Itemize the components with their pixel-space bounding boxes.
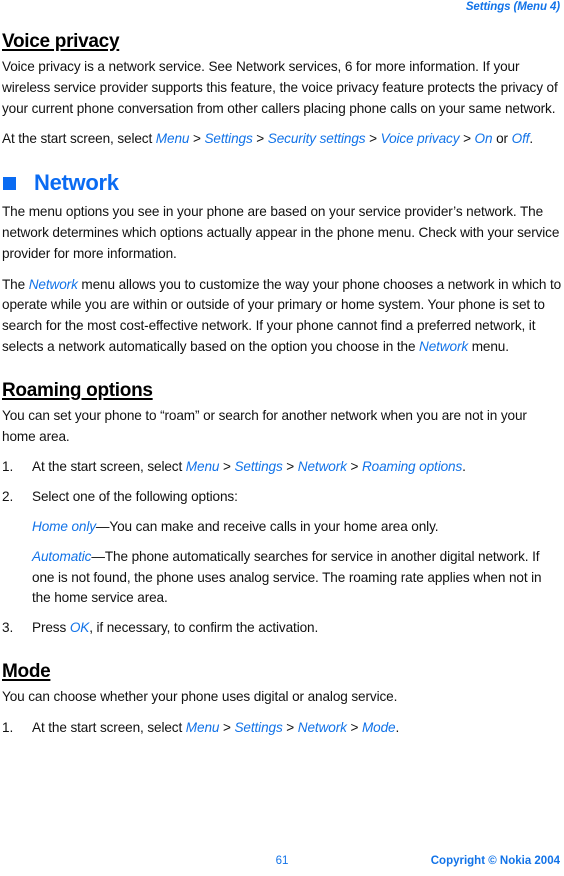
- menu-ref-network: Network: [297, 719, 347, 735]
- paragraph-network-1: The menu options you see in your phone a…: [2, 204, 560, 261]
- path-period: .: [529, 131, 534, 147]
- step-text: Select one of the following options:: [32, 489, 238, 505]
- step-text-pre: At the start screen, select: [32, 459, 186, 475]
- list-item-number: 2.: [2, 489, 14, 505]
- list-item-number: 1.: [2, 719, 14, 735]
- heading-network: Network: [2, 170, 562, 196]
- roaming-steps-list: 1. At the start screen, select Menu > Set…: [2, 457, 562, 508]
- step-text-post: .: [462, 459, 466, 475]
- path-conjunction: or: [492, 131, 512, 147]
- list-item: 3. Press OK, if necessary, to confirm the…: [2, 618, 562, 639]
- menu-ref-network: Network: [297, 459, 347, 475]
- heading-voice-privacy: Voice privacy: [2, 31, 562, 53]
- path-separator: >: [282, 459, 298, 475]
- option-term-automatic: Automatic: [32, 548, 92, 564]
- section-network: Network The menu options you see in your…: [2, 170, 562, 358]
- menu-ref-on: On: [474, 131, 493, 147]
- menu-ref-network: Network: [28, 276, 78, 292]
- network-para-pre: The: [2, 276, 29, 292]
- heading-mode: Mode: [2, 661, 562, 683]
- copyright-notice: Copyright © Nokia 2004: [430, 855, 560, 867]
- paragraph-voice-privacy-path: At the start screen, select Menu > Setti…: [2, 129, 562, 150]
- path-separator: >: [365, 131, 381, 147]
- page-footer: 61 Copyright © Nokia 2004: [0, 855, 564, 871]
- path-intro: At the start screen, select: [2, 131, 156, 147]
- list-item-number: 1.: [2, 459, 14, 475]
- step-text-pre: Press: [32, 620, 70, 636]
- menu-ref-menu: Menu: [155, 131, 190, 147]
- paragraph-network-2: The Network menu allows you to customize…: [2, 275, 562, 358]
- option-definition: —You can make and receive calls in your …: [95, 518, 439, 534]
- menu-ref-voice-privacy: Voice privacy: [380, 131, 460, 147]
- option-definition: —The phone automatically searches for se…: [32, 548, 542, 606]
- manual-page: Settings (Menu 4) Voice privacy Voice pr…: [0, 0, 564, 876]
- menu-ref-ok: OK: [69, 620, 90, 636]
- list-item: 1. At the start screen, select Menu > Set…: [2, 457, 562, 478]
- paragraph-voice-privacy: Voice privacy is a network service. See …: [2, 59, 558, 116]
- menu-ref-off: Off: [511, 131, 530, 147]
- heading-roaming-options: Roaming options: [2, 380, 562, 402]
- menu-ref-settings: Settings: [234, 719, 283, 735]
- running-head: Settings (Menu 4): [465, 1, 560, 13]
- heading-voice-privacy-text: Voice privacy: [2, 31, 120, 52]
- menu-ref-settings: Settings: [204, 131, 253, 147]
- option-term-home-only: Home only: [32, 518, 96, 534]
- option-home-only: Home only—You can make and receive calls…: [2, 517, 562, 538]
- path-separator: >: [346, 459, 362, 475]
- page-content: Voice privacy Voice privacy is a network…: [2, 31, 562, 748]
- list-item-number: 3.: [2, 620, 14, 636]
- roaming-steps-list-continued: 3. Press OK, if necessary, to confirm the…: [2, 618, 562, 639]
- menu-ref-menu: Menu: [185, 459, 220, 475]
- heading-roaming-options-text: Roaming options: [2, 379, 153, 401]
- path-separator: >: [282, 719, 298, 735]
- menu-ref-security-settings: Security settings: [267, 131, 366, 147]
- list-item: 2. Select one of the following options:: [2, 487, 562, 508]
- menu-ref-network: Network: [419, 338, 469, 354]
- heading-mode-text: Mode: [2, 660, 51, 682]
- heading-network-text: Network: [34, 170, 119, 196]
- path-separator: >: [252, 131, 268, 147]
- paragraph-roaming-options: You can set your phone to “roam” or sear…: [2, 407, 527, 444]
- menu-ref-settings: Settings: [234, 459, 283, 475]
- path-separator: >: [459, 131, 475, 147]
- step-text-post: .: [395, 719, 400, 735]
- menu-ref-roaming-options: Roaming options: [361, 459, 463, 475]
- option-automatic: Automatic—The phone automatically search…: [2, 547, 562, 609]
- path-separator: >: [219, 719, 235, 735]
- step-text-pre: At the start screen, select: [32, 719, 186, 735]
- path-separator: >: [189, 131, 205, 147]
- path-separator: >: [219, 459, 235, 475]
- list-item: 1. At the start screen, select Menu > Set…: [2, 718, 562, 739]
- section-roaming-options: Roaming options You can set your phone t…: [2, 380, 562, 639]
- section-mode: Mode You can choose whether your phone u…: [2, 661, 562, 739]
- blue-square-bullet-icon: [3, 176, 16, 190]
- paragraph-mode: You can choose whether your phone uses d…: [2, 688, 398, 704]
- menu-ref-menu: Menu: [185, 719, 220, 735]
- menu-ref-mode: Mode: [361, 719, 396, 735]
- step-text-post: , if necessary, to confirm the activatio…: [89, 620, 319, 636]
- path-separator: >: [346, 719, 362, 735]
- network-para-post: menu.: [468, 338, 509, 354]
- mode-steps-list: 1. At the start screen, select Menu > Set…: [2, 718, 562, 739]
